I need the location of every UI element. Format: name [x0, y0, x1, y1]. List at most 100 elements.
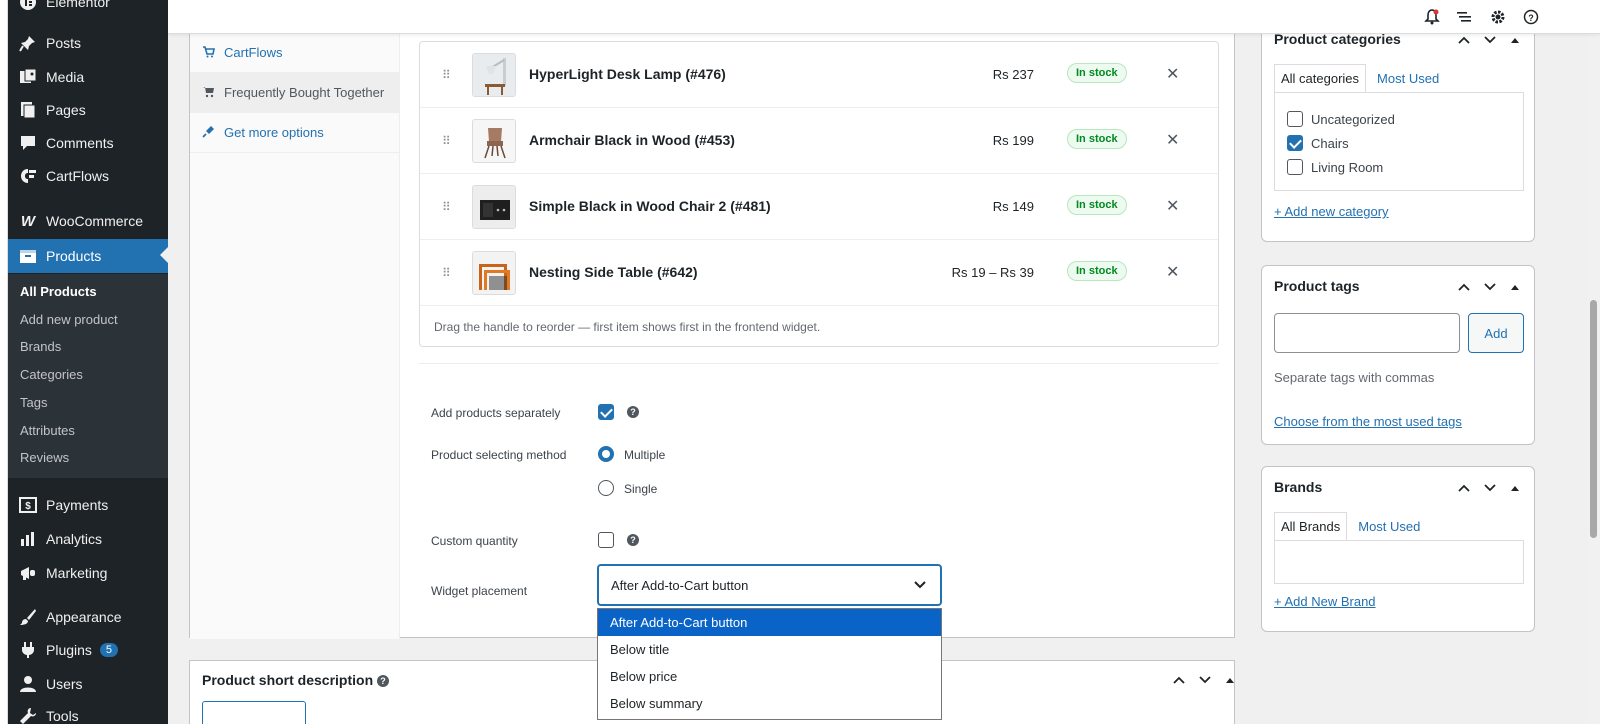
custom-quantity-checkbox[interactable] — [598, 532, 614, 548]
sidebar-item-media[interactable]: Media — [8, 61, 168, 93]
sidebar-item-appearance[interactable]: Appearance — [8, 601, 168, 633]
tab-cartflows[interactable]: CartFlows — [190, 33, 400, 73]
tab-most-used[interactable]: Most Used — [1351, 512, 1427, 541]
sidebar-item-label: Media — [46, 69, 85, 85]
help-icon[interactable]: ? — [377, 675, 389, 687]
box-controls — [1173, 673, 1235, 687]
sidebar-item-marketing[interactable]: Marketing — [8, 557, 168, 589]
cartflows-icon — [18, 166, 38, 186]
product-name[interactable]: Simple Black in Wood Chair 2 (#481) — [529, 198, 771, 214]
help-icon[interactable]: ? — [627, 406, 639, 418]
category-living-room[interactable]: Living Room — [1287, 159, 1383, 175]
category-uncategorized[interactable]: Uncategorized — [1287, 111, 1395, 127]
stock-badge: In stock — [1067, 261, 1127, 281]
tab-frequently-bought-together[interactable]: Frequently Bought Together — [190, 73, 400, 113]
chevron-up-icon[interactable] — [1458, 280, 1470, 294]
megaphone-icon — [18, 563, 38, 583]
scrollbar-thumb[interactable] — [1590, 300, 1597, 538]
option-below-summary[interactable]: Below summary — [598, 690, 941, 717]
activity-list-icon[interactable] — [1455, 8, 1473, 26]
sidebar-item-payments[interactable]: $ Payments — [8, 489, 168, 521]
add-media-button[interactable] — [202, 701, 306, 724]
drag-handle-icon[interactable]: ⠿ — [442, 134, 451, 148]
chevron-down-icon[interactable] — [1199, 673, 1211, 687]
toggle-triangle-icon[interactable] — [1510, 280, 1520, 294]
category-checkbox[interactable] — [1287, 135, 1303, 151]
option-below-price[interactable]: Below price — [598, 663, 941, 690]
remove-icon[interactable]: ✕ — [1166, 196, 1179, 216]
tags-hint: Separate tags with commas — [1274, 370, 1435, 385]
product-name[interactable]: Nesting Side Table (#642) — [529, 264, 698, 280]
toggle-triangle-icon[interactable] — [1510, 33, 1520, 47]
drag-handle-icon[interactable]: ⠿ — [442, 200, 451, 214]
product-data-tabs: CartFlows Frequently Bought Together Get… — [190, 1, 400, 639]
sidebar-item-label: Plugins — [46, 642, 92, 658]
remove-icon[interactable]: ✕ — [1166, 262, 1179, 282]
toggle-triangle-icon[interactable] — [1510, 481, 1520, 495]
settings-gear-icon[interactable] — [1489, 8, 1507, 26]
submenu-categories[interactable]: Categories — [20, 364, 83, 384]
sidebar-item-cartflows[interactable]: CartFlows — [8, 160, 168, 192]
drag-handle-icon[interactable]: ⠿ — [442, 68, 451, 82]
tab-all-brands[interactable]: All Brands — [1274, 512, 1348, 541]
drag-handle-icon[interactable]: ⠿ — [442, 266, 451, 280]
remove-icon[interactable]: ✕ — [1166, 64, 1179, 84]
sidebar-item-pages[interactable]: Pages — [8, 94, 168, 126]
product-thumbnail — [472, 185, 516, 229]
add-tag-button[interactable]: Add — [1468, 313, 1524, 353]
add-separately-checkbox[interactable] — [598, 404, 614, 420]
sidebar-item-label: Products — [46, 248, 102, 264]
sidebar-item-comments[interactable]: Comments — [8, 127, 168, 159]
option-after-add-to-cart[interactable]: After Add-to-Cart button — [598, 609, 941, 636]
remove-icon[interactable]: ✕ — [1166, 130, 1179, 150]
sidebar-item-label: Posts — [46, 35, 82, 51]
category-checkbox[interactable] — [1287, 159, 1303, 175]
add-new-category-link[interactable]: + Add new category — [1274, 204, 1389, 219]
short-description-title: Product short description — [202, 672, 374, 688]
chevron-up-icon[interactable] — [1458, 33, 1470, 47]
tab-all-categories[interactable]: All categories — [1274, 64, 1367, 93]
help-circle-icon[interactable]: ? — [1522, 8, 1540, 26]
add-new-brand-link[interactable]: + Add New Brand — [1274, 594, 1376, 609]
sidebar-item-plugins[interactable]: Plugins 5 — [8, 634, 168, 666]
submenu-all-products[interactable]: All Products — [20, 281, 97, 301]
category-chairs[interactable]: Chairs — [1287, 135, 1349, 151]
submenu-reviews[interactable]: Reviews — [20, 447, 69, 467]
chevron-up-icon[interactable] — [1173, 673, 1185, 687]
chevron-up-icon[interactable] — [1458, 481, 1470, 495]
product-name[interactable]: Armchair Black in Wood (#453) — [529, 132, 735, 148]
sidebar-item-woocommerce[interactable]: W WooCommerce — [8, 205, 168, 237]
sidebar-item-elementor[interactable]: Elementor — [8, 0, 168, 18]
help-icon[interactable]: ? — [627, 534, 639, 546]
sidebar-item-posts[interactable]: Posts — [8, 27, 168, 59]
product-name[interactable]: HyperLight Desk Lamp (#476) — [529, 66, 726, 82]
tag-input[interactable] — [1274, 313, 1460, 353]
submenu-brands[interactable]: Brands — [20, 336, 61, 356]
method-single-radio[interactable] — [598, 480, 614, 496]
category-checkbox[interactable] — [1287, 111, 1303, 127]
elementor-icon — [18, 0, 38, 12]
tab-most-used[interactable]: Most Used — [1370, 64, 1446, 93]
tags-box: Product tags Add Separate tags with comm… — [1261, 265, 1535, 445]
method-multiple-radio[interactable] — [598, 446, 614, 462]
sidebar-item-label: Users — [46, 676, 83, 692]
sidebar-item-analytics[interactable]: Analytics — [8, 523, 168, 555]
option-below-title[interactable]: Below title — [598, 636, 941, 663]
choose-most-used-tags-link[interactable]: Choose from the most used tags — [1274, 414, 1462, 429]
sidebar-item-products[interactable]: Products — [8, 239, 168, 273]
chevron-down-icon[interactable] — [1484, 481, 1496, 495]
list-item: ⠿ Armchair Black in Wood (#453) Rs 199 I… — [420, 108, 1218, 174]
sidebar-item-tools[interactable]: Tools — [8, 700, 168, 724]
tab-get-more-options[interactable]: Get more options — [190, 113, 400, 153]
products-icon — [18, 246, 38, 266]
submenu-add-new-product[interactable]: Add new product — [20, 309, 118, 329]
chevron-down-icon[interactable] — [1484, 33, 1496, 47]
submenu-tags[interactable]: Tags — [20, 392, 47, 412]
submenu-attributes[interactable]: Attributes — [20, 420, 75, 440]
tab-label: Get more options — [224, 125, 324, 140]
widget-placement-select[interactable]: After Add-to-Cart button — [597, 564, 942, 606]
chevron-down-icon[interactable] — [1484, 280, 1496, 294]
notification-bell-icon[interactable] — [1423, 8, 1441, 26]
sidebar-item-users[interactable]: Users — [8, 668, 168, 700]
toggle-triangle-icon[interactable] — [1225, 673, 1235, 687]
